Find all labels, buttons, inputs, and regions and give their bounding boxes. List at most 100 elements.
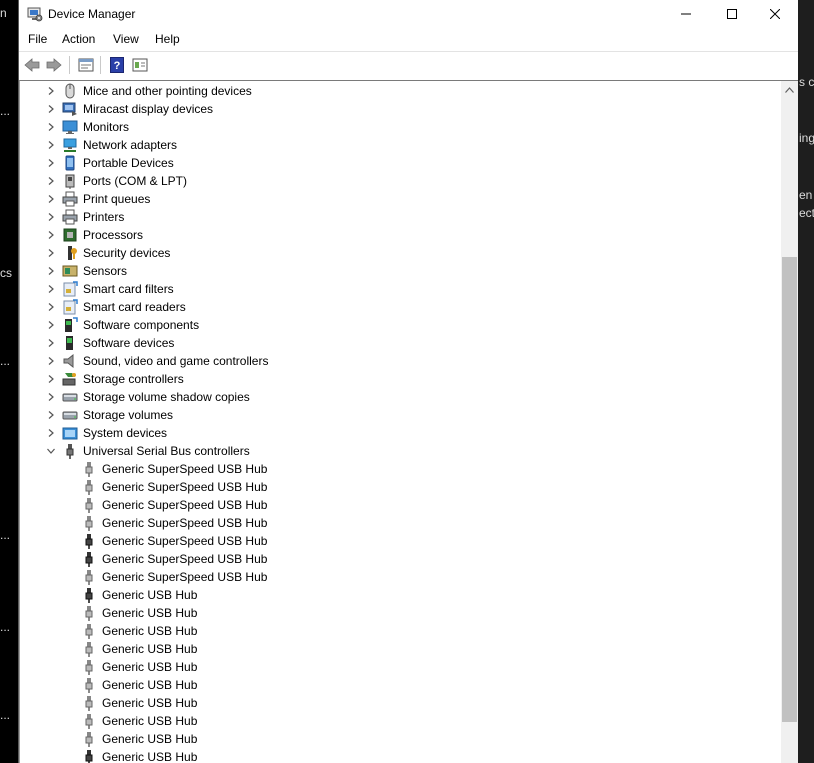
expand-toggle[interactable]: [45, 317, 57, 333]
close-button[interactable]: [752, 0, 798, 28]
smartcard-icon: [63, 299, 78, 315]
back-icon: [24, 58, 40, 72]
tree-category-row[interactable]: Network adapters: [20, 136, 778, 154]
expand-toggle[interactable]: [45, 335, 57, 351]
scroll-up-button[interactable]: [781, 81, 798, 98]
expand-toggle[interactable]: [45, 227, 57, 243]
chevron-right-icon: [48, 231, 54, 239]
usb-device-icon: [85, 660, 93, 675]
expand-toggle[interactable]: [45, 407, 57, 423]
vertical-scrollbar[interactable]: [781, 81, 798, 763]
menu-file[interactable]: File: [28, 32, 47, 46]
tree-device-row[interactable]: Generic USB Hub: [20, 658, 778, 676]
tree-device-row[interactable]: Generic USB Hub: [20, 604, 778, 622]
tree-device-label: Generic USB Hub: [102, 750, 198, 763]
expand-toggle[interactable]: [45, 443, 57, 459]
expand-toggle[interactable]: [45, 371, 57, 387]
menu-help[interactable]: Help: [155, 32, 180, 46]
port-icon: [65, 174, 75, 189]
menu-action[interactable]: Action: [62, 32, 95, 46]
usb-device-icon: [85, 480, 93, 495]
menu-view[interactable]: View: [113, 32, 139, 46]
expand-toggle[interactable]: [45, 209, 57, 225]
tree-device-row[interactable]: Generic SuperSpeed USB Hub: [20, 550, 778, 568]
toolbar-separator: [69, 56, 70, 74]
view-icon: [132, 58, 148, 72]
tree-device-row[interactable]: Generic SuperSpeed USB Hub: [20, 514, 778, 532]
usb-device-icon: [85, 642, 93, 657]
tree-category-row[interactable]: Sensors: [20, 262, 778, 280]
tree-category-row[interactable]: Ports (COM & LPT): [20, 172, 778, 190]
toolbar-separator: [100, 56, 101, 74]
tree-category-row[interactable]: Mice and other pointing devices: [20, 82, 778, 100]
chevron-right-icon: [48, 123, 54, 131]
tree-device-label: Generic SuperSpeed USB Hub: [102, 462, 268, 476]
tree-category-row[interactable]: Smart card filters: [20, 280, 778, 298]
printer-icon: [62, 209, 78, 225]
tree-category-label: Security devices: [83, 246, 171, 260]
expand-toggle[interactable]: [45, 263, 57, 279]
expand-toggle[interactable]: [45, 155, 57, 171]
tree-category-row[interactable]: Smart card readers: [20, 298, 778, 316]
tree-category-row[interactable]: Printers: [20, 208, 778, 226]
expand-toggle[interactable]: [45, 425, 57, 441]
minimize-button[interactable]: [663, 0, 709, 28]
tree-device-row[interactable]: Generic SuperSpeed USB Hub: [20, 478, 778, 496]
expand-toggle[interactable]: [45, 389, 57, 405]
tree-device-row[interactable]: Generic SuperSpeed USB Hub: [20, 568, 778, 586]
tree-category-label: Smart card readers: [83, 300, 186, 314]
tree-device-row[interactable]: Generic USB Hub: [20, 712, 778, 730]
expand-toggle[interactable]: [45, 101, 57, 117]
view-button[interactable]: [130, 55, 150, 75]
usb-device-dark-icon: [85, 750, 93, 763]
tree-category-row[interactable]: Software components: [20, 316, 778, 334]
tree-category-row[interactable]: Monitors: [20, 118, 778, 136]
tree-category-row[interactable]: Universal Serial Bus controllers: [20, 442, 778, 460]
tree-category-row[interactable]: Portable Devices: [20, 154, 778, 172]
tree-device-row[interactable]: Generic USB Hub: [20, 640, 778, 658]
device-tree[interactable]: Mice and other pointing devices Miracast …: [20, 82, 778, 763]
tree-device-row[interactable]: Generic SuperSpeed USB Hub: [20, 532, 778, 550]
tree-device-row[interactable]: Generic SuperSpeed USB Hub: [20, 496, 778, 514]
tree-category-row[interactable]: Software devices: [20, 334, 778, 352]
tree-category-row[interactable]: Security devices: [20, 244, 778, 262]
tree-category-row[interactable]: Miracast display devices: [20, 100, 778, 118]
tree-category-row[interactable]: Sound, video and game controllers: [20, 352, 778, 370]
expand-toggle[interactable]: [45, 353, 57, 369]
tree-device-row[interactable]: Generic USB Hub: [20, 748, 778, 763]
sensor-icon: [62, 265, 78, 277]
tree-category-row[interactable]: Storage volume shadow copies: [20, 388, 778, 406]
expand-toggle[interactable]: [45, 119, 57, 135]
expand-toggle[interactable]: [45, 191, 57, 207]
tree-category-label: Mice and other pointing devices: [83, 84, 252, 98]
tree-category-row[interactable]: Storage controllers: [20, 370, 778, 388]
expand-toggle[interactable]: [45, 137, 57, 153]
scrollbar-thumb[interactable]: [782, 257, 797, 722]
tree-device-row[interactable]: Generic SuperSpeed USB Hub: [20, 460, 778, 478]
tree-device-row[interactable]: Generic USB Hub: [20, 730, 778, 748]
tree-category-row[interactable]: System devices: [20, 424, 778, 442]
expand-toggle[interactable]: [45, 173, 57, 189]
properties-button[interactable]: [76, 55, 96, 75]
printer-icon: [62, 191, 78, 207]
forward-button[interactable]: [44, 55, 64, 75]
tree-category-row[interactable]: Processors: [20, 226, 778, 244]
monitor-icon: [62, 120, 78, 134]
back-button[interactable]: [22, 55, 42, 75]
maximize-button[interactable]: [709, 0, 755, 28]
tree-device-row[interactable]: Generic USB Hub: [20, 586, 778, 604]
title-bar[interactable]: Device Manager: [19, 0, 798, 28]
expand-toggle[interactable]: [45, 83, 57, 99]
tree-category-row[interactable]: Print queues: [20, 190, 778, 208]
help-button[interactable]: ?: [107, 55, 127, 75]
tree-category-row[interactable]: Storage volumes: [20, 406, 778, 424]
tree-device-row[interactable]: Generic USB Hub: [20, 694, 778, 712]
tree-device-row[interactable]: Generic USB Hub: [20, 622, 778, 640]
expand-toggle[interactable]: [45, 245, 57, 261]
toolbar: ?: [19, 52, 798, 78]
expand-toggle[interactable]: [45, 299, 57, 315]
miracast-icon: [62, 102, 77, 116]
expand-toggle[interactable]: [45, 281, 57, 297]
processor-icon: [63, 228, 77, 242]
tree-device-row[interactable]: Generic USB Hub: [20, 676, 778, 694]
